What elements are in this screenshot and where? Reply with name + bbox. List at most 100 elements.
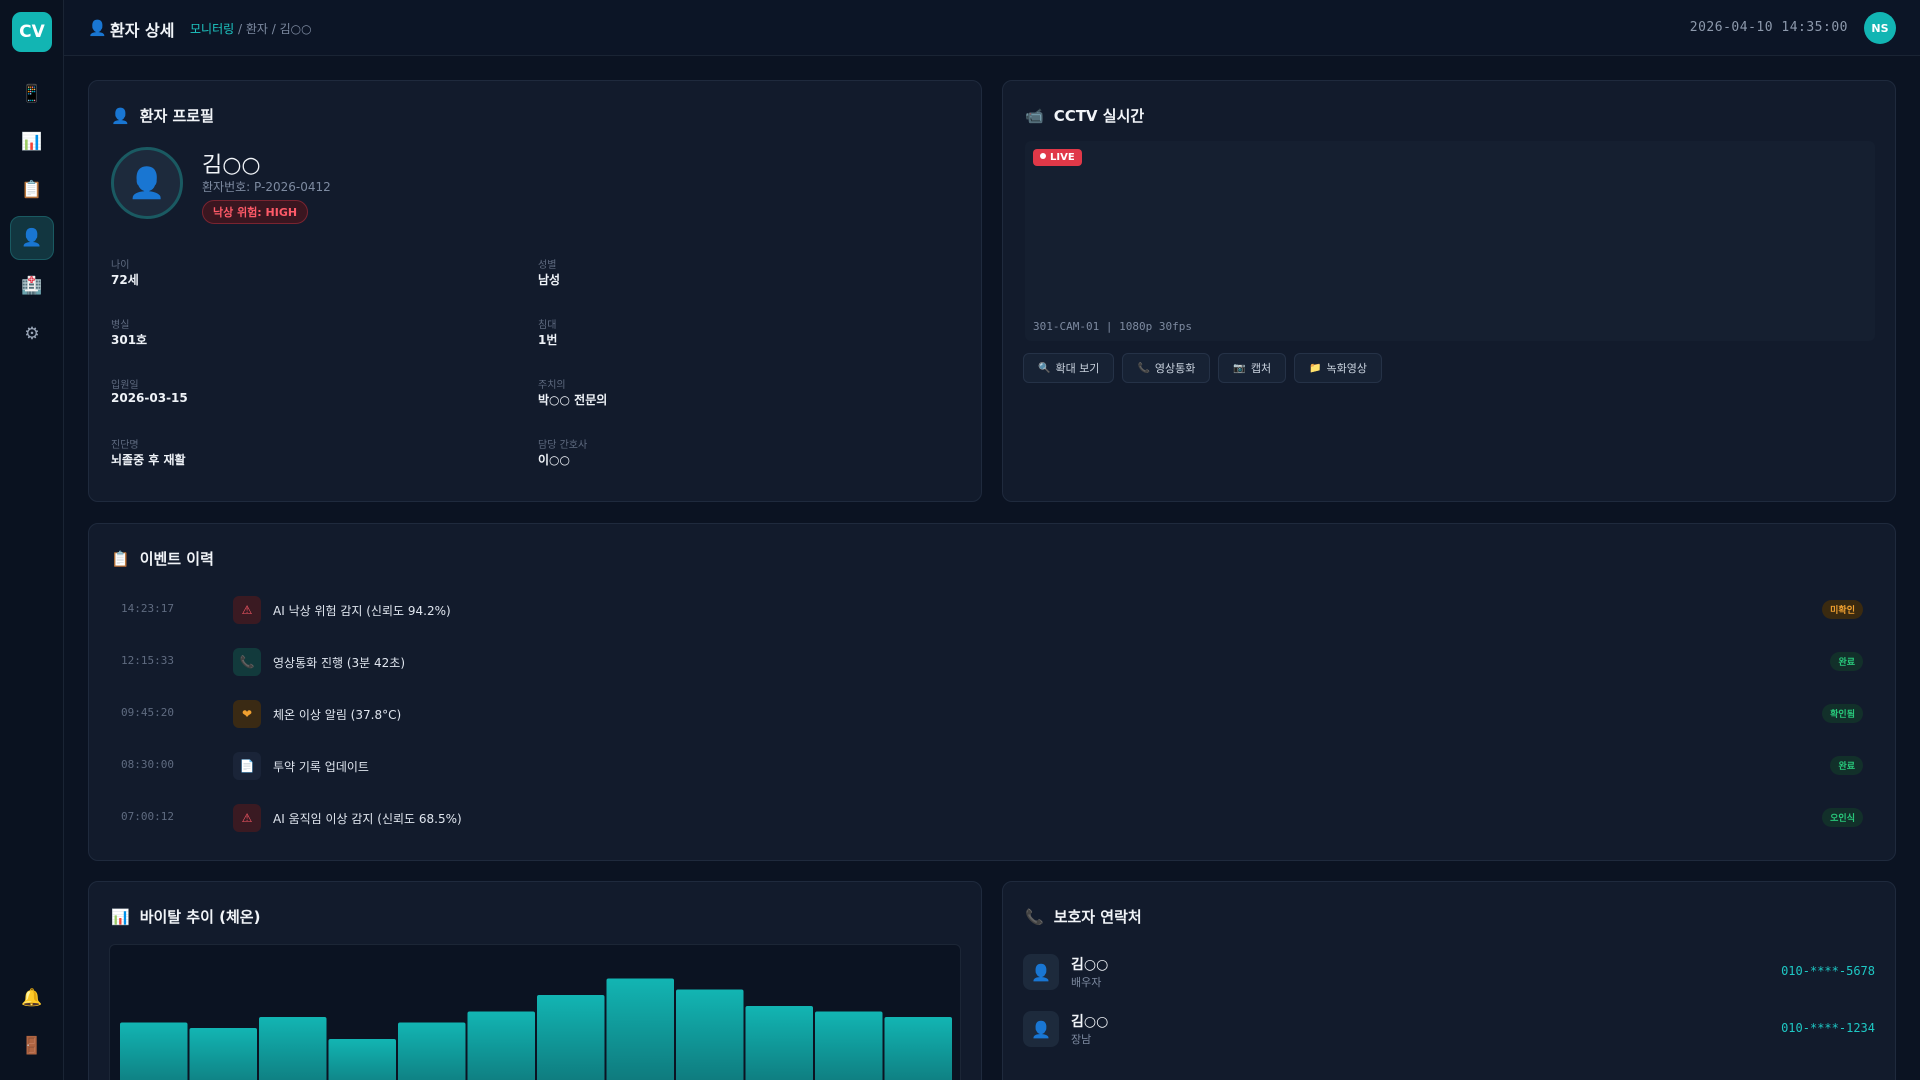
- sidebar: CV 📱 📊 📋 👤 🏥 ⚙ 🔔 🚪: [0, 0, 64, 1080]
- card-title: 👤 환자 프로필: [111, 105, 214, 126]
- patient-icon: 👤: [21, 228, 43, 248]
- sidebar-item-hospital[interactable]: 🏥: [10, 264, 54, 308]
- event-text: 영상통화 진행 (3분 42초): [273, 656, 406, 670]
- event-row[interactable]: 12:15:33 📞 영상통화 진행 (3분 42초) 완료: [109, 642, 1863, 682]
- zoom-button[interactable]: 🔍 확대 보기: [1023, 353, 1115, 383]
- vitals-chart: [109, 944, 961, 1080]
- event-row[interactable]: 14:23:17 ⚠ AI 낙상 위험 감지 (신뢰도 94.2%) 미확인: [109, 590, 1863, 630]
- patient-avatar: 👤: [111, 147, 183, 219]
- cctv-actions: 🔍 확대 보기 📞 영상통화 📷 캡처 📁 녹화영상: [1023, 353, 1383, 383]
- guardian-phone[interactable]: 010-****-1234: [1781, 1021, 1875, 1035]
- button-label: 녹화영상: [1326, 362, 1368, 375]
- sidebar-item-bell[interactable]: 🔔: [10, 976, 54, 1020]
- camera-info: 301-CAM-01 | 1080p 30fps: [1033, 320, 1192, 333]
- video-call-icon: 📞: [1137, 362, 1150, 374]
- vitals-bar: [884, 1017, 952, 1080]
- live-label: LIVE: [1050, 152, 1075, 163]
- capture-icon: 📷: [1233, 362, 1246, 374]
- event-row[interactable]: 08:30:00 📄 투약 기록 업데이트 완료: [109, 746, 1863, 786]
- document-icon: 📄: [233, 752, 261, 780]
- button-label: 캡처: [1250, 362, 1272, 375]
- breadcrumb-link-monitoring[interactable]: 모니터링: [190, 22, 234, 36]
- chart-icon: 📊: [111, 907, 130, 926]
- info-value: 남성: [538, 273, 561, 287]
- hospital-icon: 🏥: [21, 276, 43, 296]
- card-title: 📞 보호자 연락처: [1025, 906, 1142, 927]
- patient-id: 환자번호: P-2026-0412: [202, 180, 331, 194]
- gear-icon: ⚙: [24, 324, 40, 344]
- button-label: 확대 보기: [1055, 362, 1100, 375]
- info-label: 입원일: [111, 380, 139, 391]
- phone-icon: 📞: [1025, 907, 1044, 926]
- person-icon: 👤: [1023, 1011, 1059, 1047]
- guardian-contact-row[interactable]: 👤 김○○ 장남 010-****-1234: [1023, 1005, 1875, 1055]
- current-datetime: 2026-04-10 14:35:00: [1689, 20, 1848, 35]
- event-status-badge: 확인됨: [1822, 704, 1863, 723]
- event-text: AI 움직임 이상 감지 (신뢰도 68.5%): [273, 812, 462, 826]
- info-label: 병실: [111, 320, 130, 331]
- heart-icon: ❤: [233, 700, 261, 728]
- cctv-card: 📹 CCTV 실시간 LIVE 301-CAM-01 | 1080p 30fps…: [1002, 80, 1896, 502]
- card-title: 📹 CCTV 실시간: [1025, 105, 1144, 126]
- sidebar-item-device[interactable]: 📱: [10, 72, 54, 116]
- vitals-bar: [189, 1028, 257, 1080]
- event-status-badge: 완료: [1830, 756, 1863, 775]
- sidebar-item-clipboard[interactable]: 📋: [10, 168, 54, 212]
- event-time: 08:30:00: [121, 758, 174, 771]
- vitals-card: 📊 바이탈 추이 (체온): [88, 881, 982, 1080]
- cctv-video-feed[interactable]: LIVE 301-CAM-01 | 1080p 30fps: [1025, 141, 1875, 341]
- page-title: 환자 상세: [110, 21, 175, 40]
- clipboard-icon: 📋: [21, 180, 43, 200]
- guardian-name: 김○○: [1071, 957, 1109, 973]
- breadcrumb: 모니터링 / 환자 / 김○○: [190, 20, 312, 37]
- live-badge: LIVE: [1033, 149, 1082, 166]
- vitals-chart-svg: [120, 978, 952, 1080]
- device-icon: 📱: [21, 84, 43, 104]
- event-text: AI 낙상 위험 감지 (신뢰도 94.2%): [273, 604, 451, 618]
- patient-profile-card: 👤 환자 프로필 👤 김○○ 환자번호: P-2026-0412 낙상 위험: …: [88, 80, 982, 502]
- sidebar-item-chart[interactable]: 📊: [10, 120, 54, 164]
- vitals-bar: [398, 1022, 466, 1080]
- capture-button[interactable]: 📷 캡처: [1218, 353, 1287, 383]
- camera-icon: 📹: [1025, 106, 1044, 125]
- info-value: 2026-03-15: [111, 391, 188, 405]
- patient-icon: 👤: [88, 19, 107, 37]
- vitals-bar: [328, 1039, 396, 1080]
- vitals-bar: [120, 1022, 188, 1080]
- profile-title: 환자 프로필: [139, 107, 214, 125]
- event-row[interactable]: 09:45:20 ❤ 체온 이상 알림 (37.8°C) 확인됨: [109, 694, 1863, 734]
- button-label: 영상통화: [1154, 362, 1196, 375]
- event-status-badge: 완료: [1830, 652, 1863, 671]
- info-label: 나이: [111, 260, 130, 271]
- event-row[interactable]: 07:00:12 ⚠ AI 움직임 이상 감지 (신뢰도 68.5%) 오인식: [109, 798, 1863, 838]
- video-call-button[interactable]: 📞 영상통화: [1122, 353, 1211, 383]
- sidebar-item-gear[interactable]: ⚙: [10, 312, 54, 356]
- bell-icon: 🔔: [21, 988, 43, 1008]
- chart-icon: 📊: [21, 132, 43, 152]
- events-title: 이벤트 이력: [139, 550, 214, 568]
- patient-icon: 👤: [111, 106, 130, 125]
- info-value: 72세: [111, 273, 139, 287]
- event-text: 투약 기록 업데이트: [273, 760, 369, 774]
- recordings-button[interactable]: 📁 녹화영상: [1294, 353, 1383, 383]
- top-header: 👤 환자 상세 모니터링 / 환자 / 김○○ 2026-04-10 14:35…: [64, 0, 1920, 56]
- guardian-contacts-card: 📞 보호자 연락처 👤 김○○ 배우자 010-****-5678 👤 김○○ 장남 010-…: [1002, 881, 1896, 1080]
- sidebar-item-patient[interactable]: 👤: [10, 216, 54, 260]
- guardian-contact-row[interactable]: 👤 김○○ 배우자 010-****-5678: [1023, 948, 1875, 998]
- event-text: 체온 이상 알림 (37.8°C): [273, 708, 402, 722]
- user-avatar[interactable]: NS: [1864, 12, 1896, 44]
- recordings-icon: 📁: [1309, 362, 1322, 374]
- event-status-badge: 오인식: [1822, 808, 1863, 827]
- vitals-title: 바이탈 추이 (체온): [139, 908, 261, 926]
- event-time: 09:45:20: [121, 706, 174, 719]
- sidebar-item-logout[interactable]: 🚪: [10, 1024, 54, 1068]
- patient-name: 김○○: [202, 153, 261, 178]
- event-status-badge: 미확인: [1822, 600, 1863, 619]
- info-value: 1번: [538, 333, 558, 347]
- event-time: 14:23:17: [121, 602, 174, 615]
- app-logo[interactable]: CV: [12, 12, 52, 52]
- guardian-relation: 배우자: [1071, 976, 1102, 989]
- info-value: 뇌졸중 후 재활: [111, 453, 186, 467]
- info-label: 진단명: [111, 440, 139, 451]
- guardian-phone[interactable]: 010-****-5678: [1781, 964, 1875, 978]
